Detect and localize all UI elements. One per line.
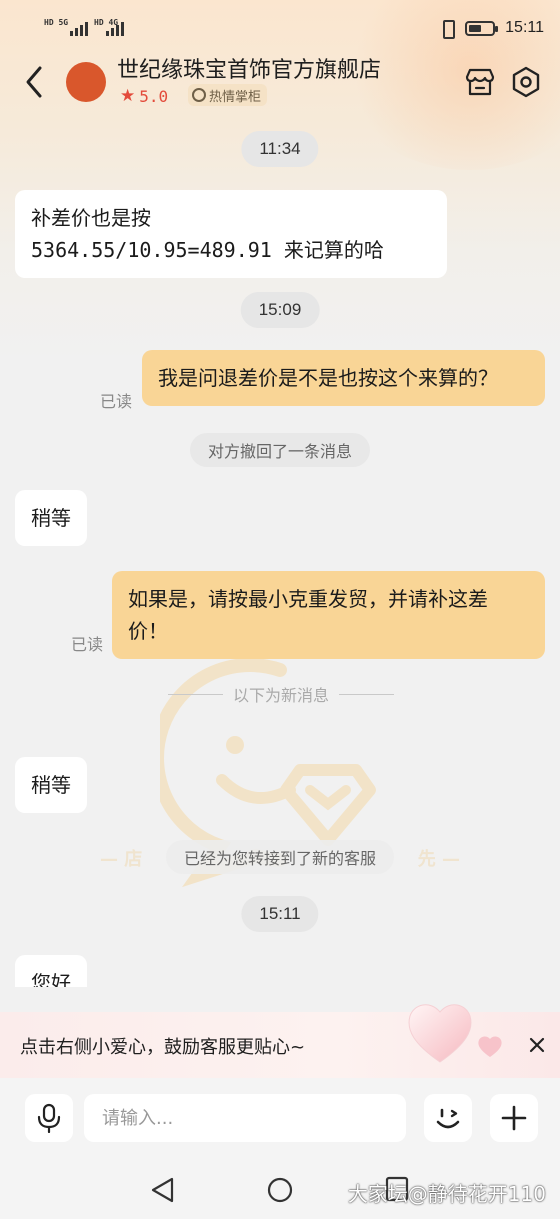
- nav-home-icon[interactable]: [266, 1176, 294, 1204]
- message-line: 5364.55/10.95=489.91 来记算的哈: [31, 238, 384, 262]
- chat-area[interactable]: — 店 先 — 11:34 补差价也是按 5364.55/10.95=489.9…: [0, 115, 560, 987]
- settings-hex-icon: [512, 66, 540, 98]
- banner-text: 点击右侧小爱心，鼓励客服更贴心~: [20, 1037, 306, 1058]
- encourage-banner: 点击右侧小爱心，鼓励客服更贴心~: [0, 1004, 560, 1078]
- smile-face-icon: [192, 88, 206, 102]
- signal-icon: [70, 18, 88, 36]
- microphone-icon: [37, 1103, 61, 1133]
- forum-watermark: 大家坛@静待花开110: [347, 1182, 546, 1206]
- message-bubble-right[interactable]: 如果是，请按最小克重发贸，并请补这差 价！: [112, 571, 545, 659]
- read-status: 已读: [100, 392, 133, 411]
- system-notice: 对方撤回了一条消息: [189, 433, 371, 467]
- system-nav-bar: 大家坛@静待花开110: [0, 1160, 560, 1219]
- more-button[interactable]: [490, 1094, 538, 1142]
- back-chevron-icon: [26, 66, 42, 98]
- rating-value: 5.0: [139, 86, 169, 106]
- settings-button[interactable]: [510, 66, 542, 98]
- battery-icon: [465, 20, 499, 36]
- chat-header: 世纪缘珠宝首饰官方旗舰店 ★ 5.0 热情掌柜: [0, 50, 560, 114]
- nav-back-icon[interactable]: [148, 1176, 178, 1204]
- small-heart-icon: [478, 1036, 502, 1057]
- message-text: 您好: [31, 971, 71, 987]
- close-icon[interactable]: [524, 1032, 550, 1058]
- store-icon: [465, 68, 495, 96]
- message-line: 如果是，请按最小克重发贸，并请补这差: [128, 587, 488, 611]
- message-input[interactable]: [84, 1094, 406, 1142]
- emoji-button[interactable]: [424, 1094, 472, 1142]
- message-bubble-left[interactable]: 稍等: [15, 490, 87, 546]
- store-name[interactable]: 世纪缘珠宝首饰官方旗舰店: [117, 52, 381, 84]
- message-text: 稍等: [31, 506, 71, 530]
- store-rating: ★ 5.0: [120, 86, 168, 106]
- message-line: 价！: [128, 619, 168, 643]
- back-button[interactable]: [18, 62, 54, 102]
- message-bubble-left[interactable]: 补差价也是按 5364.55/10.95=489.91 来记算的哈: [15, 190, 447, 278]
- watermark-line-right: 先 —: [417, 849, 460, 870]
- store-avatar[interactable]: [66, 62, 106, 102]
- voice-button[interactable]: [25, 1094, 73, 1142]
- message-bubble-left[interactable]: 您好: [15, 955, 87, 987]
- divider-label: 以下为新消息: [233, 686, 330, 705]
- input-bar: [0, 1078, 560, 1160]
- signal-icon-2: [106, 18, 124, 36]
- message-text: 稍等: [31, 773, 71, 797]
- status-right: 15:11: [439, 16, 544, 40]
- vibrate-icon: [439, 18, 456, 39]
- time-stamp: 11:34: [241, 131, 319, 167]
- message-bubble-left[interactable]: 稍等: [15, 757, 87, 813]
- message-text: 我是问退差价是不是也按这个来算的？: [158, 366, 498, 390]
- status-bar: HD 5G HD 4G 15:11: [0, 0, 560, 56]
- system-notice: 已经为您转接到了新的客服: [165, 840, 395, 874]
- store-tag-label: 热情掌柜: [209, 89, 262, 105]
- message-line: 补差价也是按: [31, 206, 151, 230]
- star-icon: ★: [120, 86, 136, 106]
- store-button[interactable]: [464, 66, 496, 98]
- plus-icon: [501, 1105, 527, 1131]
- wink-emoji-icon: [436, 1108, 460, 1129]
- message-bubble-right[interactable]: 我是问退差价是不是也按这个来算的？: [142, 350, 545, 406]
- new-messages-divider: 以下为新消息: [168, 682, 395, 706]
- sim1-label: HD 5G: [44, 18, 69, 27]
- watermark-line-left: — 店: [100, 849, 143, 870]
- store-tag: 热情掌柜: [188, 84, 268, 106]
- read-status: 已读: [71, 635, 104, 654]
- heart-icon[interactable]: [402, 994, 478, 1070]
- clock: 15:11: [505, 19, 544, 36]
- time-stamp: 15:11: [241, 896, 319, 932]
- time-stamp: 15:09: [240, 292, 320, 328]
